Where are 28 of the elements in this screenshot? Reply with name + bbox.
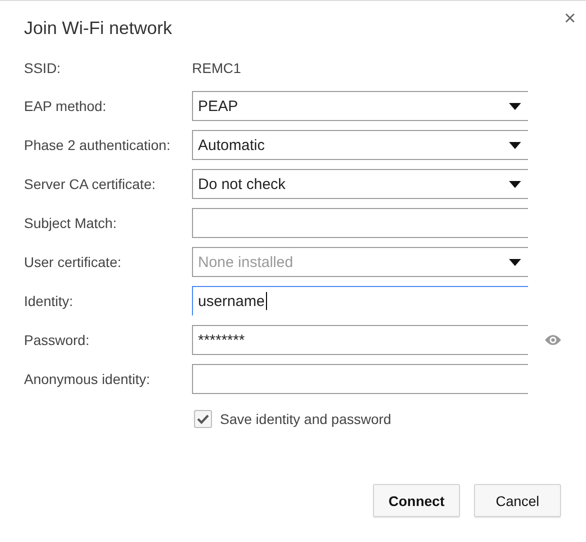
field-label: Server CA certificate: [24,176,156,192]
cancel-button[interactable]: Cancel [474,484,561,517]
caret-icon [509,103,521,110]
dropdown[interactable]: Do not check [192,169,528,199]
field-label: Anonymous identity: [24,371,152,387]
input-field[interactable]: username [192,286,528,316]
ssid-value: REMC1 [192,60,242,76]
field-label: SSID: [24,60,62,76]
dialog-title: Join Wi-Fi network [24,18,174,40]
caret-icon [509,181,521,188]
caret-icon [509,142,521,149]
checkbox-label: Save identity and password [220,411,392,427]
checkbox[interactable] [194,410,212,428]
dropdown[interactable]: Automatic [192,130,528,160]
field-label: Password: [24,332,90,348]
caret-icon [509,259,521,266]
input-field[interactable] [192,364,528,394]
field-label: Subject Match: [24,215,118,231]
dropdown[interactable]: PEAP [192,91,528,121]
connect-button[interactable]: Connect [373,484,460,517]
input-field[interactable]: ******** [192,325,528,355]
field-label: Identity: [24,293,74,309]
field-label: Phase 2 authentication: [24,137,172,153]
field-label: User certificate: [24,254,122,270]
input-field[interactable] [192,208,528,238]
eye-icon[interactable] [544,334,562,346]
close-icon[interactable] [565,13,575,23]
field-label: EAP method: [24,98,108,114]
